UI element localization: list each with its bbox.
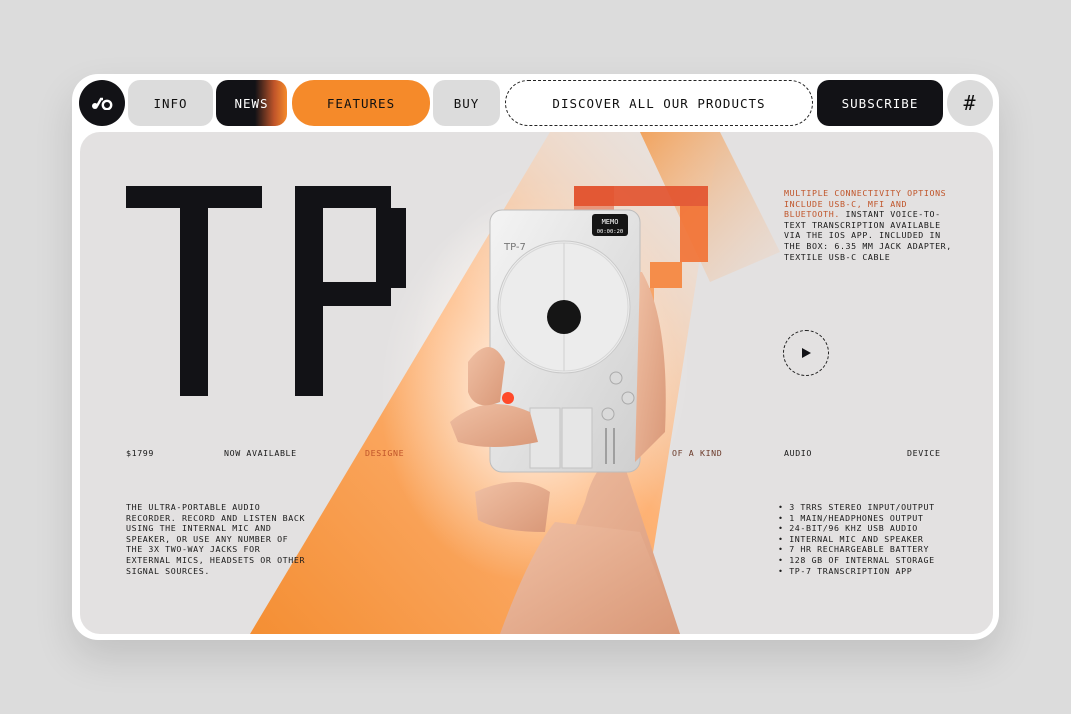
device-screen-time: 00:00:20: [597, 229, 624, 235]
device-label: TP-7: [503, 242, 526, 253]
price-label: $1799: [126, 448, 154, 458]
hash-menu-button[interactable]: #: [947, 80, 993, 126]
spec-item: • 7 HR RECHARGEABLE BATTERY: [778, 544, 930, 555]
main-frame: INFO NEWS FEATURES BUY DISCOVER ALL OUR …: [72, 74, 999, 640]
play-video-button[interactable]: [783, 330, 829, 376]
discover-products-button[interactable]: DISCOVER ALL OUR PRODUCTS: [505, 80, 813, 126]
tagline-part2: OF A KIND: [672, 448, 723, 458]
specs-list: • 3 TRRS STEREO INPUT/OUTPUT • 1 MAIN/HE…: [778, 502, 935, 576]
nav-news[interactable]: NEWS: [216, 80, 287, 126]
spec-item: • TP-7 TRANSCRIPTION APP: [778, 565, 913, 576]
nav-features[interactable]: FEATURES: [292, 80, 430, 126]
audio-label: AUDIO: [784, 448, 812, 458]
subscribe-button[interactable]: SUBSCRIBE: [817, 80, 943, 126]
play-icon: [802, 348, 811, 358]
logo-button[interactable]: [79, 80, 125, 126]
connectivity-text: MULTIPLE CONNECTIVITY OPTIONS INCLUDE US…: [784, 188, 962, 262]
spec-item: • 128 GB OF INTERNAL STORAGE: [778, 554, 935, 565]
logo-icon: [92, 97, 113, 110]
spec-item: • 24-BIT/96 KHZ USB AUDIO: [778, 523, 918, 534]
product-description: THE ULTRA-PORTABLE AUDIO RECORDER. RECOR…: [126, 502, 306, 576]
spec-item: • 3 TRRS STEREO INPUT/OUTPUT: [778, 502, 935, 512]
tagline-part1: DESIGNE: [365, 448, 405, 458]
device-screen-label: MEMO: [602, 218, 619, 226]
availability-label: NOW AVAILABLE: [224, 448, 297, 458]
tp7-device-image: MEMO 00:00:20 TP-7: [450, 209, 680, 634]
top-nav: INFO NEWS FEATURES BUY DISCOVER ALL OUR …: [78, 80, 993, 126]
spec-item: • 1 MAIN/HEADPHONES OUTPUT: [778, 512, 924, 523]
nav-buy[interactable]: BUY: [433, 80, 500, 126]
spec-item: • INTERNAL MIC AND SPEAKER: [778, 533, 924, 544]
hero-section: MEMO 00:00:20 TP-7 $1799 NOW AVAILABLE D…: [80, 132, 993, 634]
nav-info[interactable]: INFO: [128, 80, 213, 126]
device-label-tag: DEVICE: [907, 448, 941, 458]
